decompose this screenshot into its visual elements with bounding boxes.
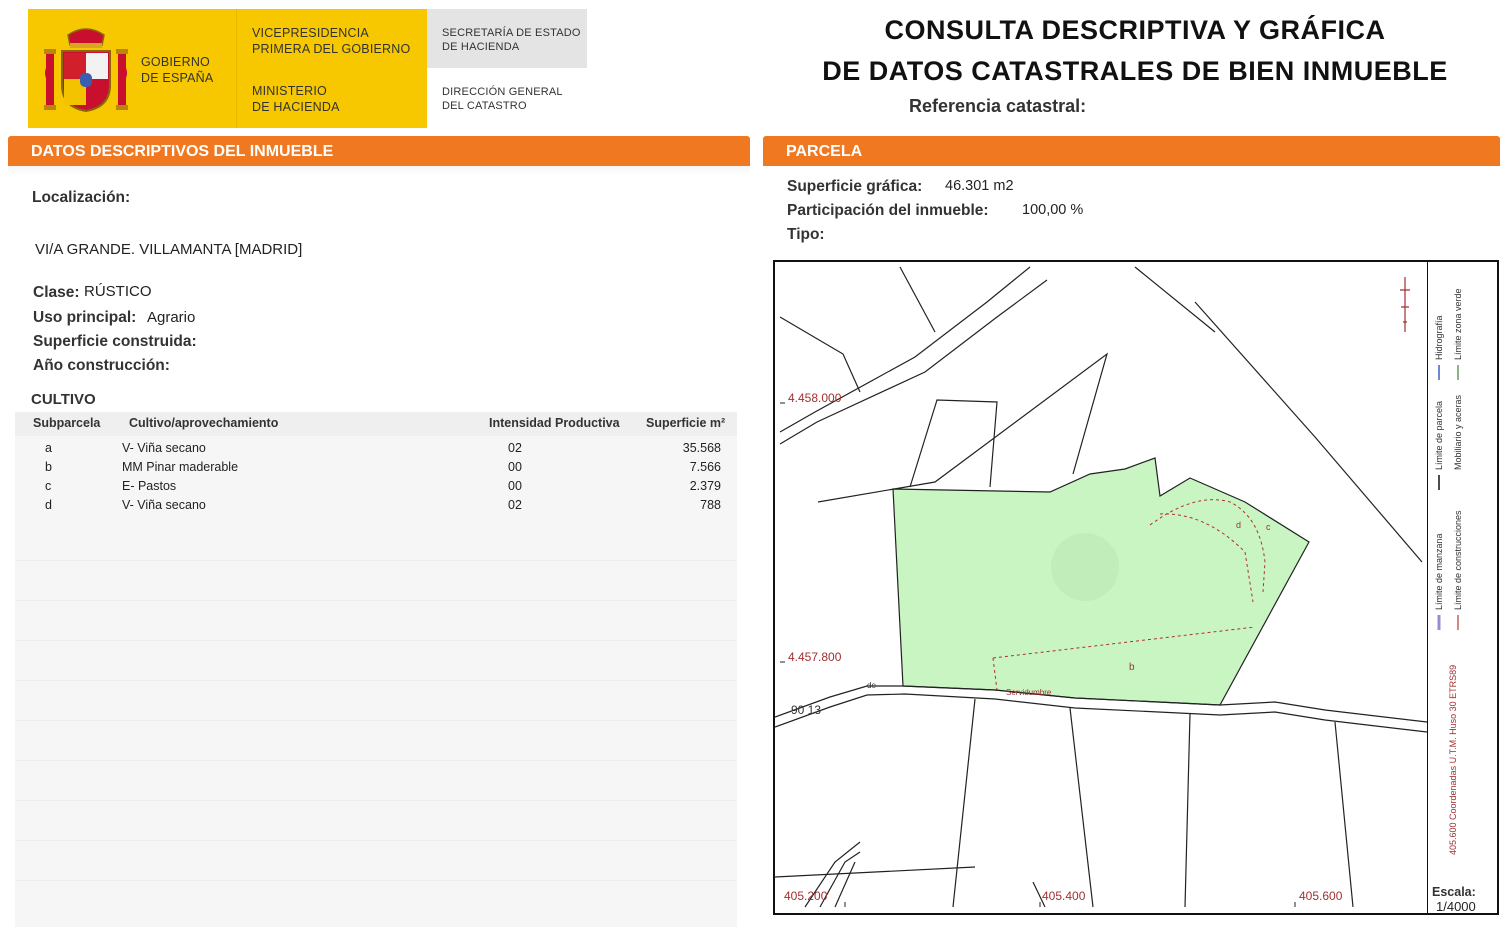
coord-x-405400: 405.400 xyxy=(1042,889,1086,903)
table-row-divider xyxy=(15,640,737,641)
participacion-value: 100,00 % xyxy=(1022,202,1084,218)
coord-y-4457800: 4.457.800 xyxy=(788,650,842,664)
legend-coords: 405.600 Coordenadas U.T.M. Huso 30 ETRS8… xyxy=(1448,665,1458,855)
cell-cultivo: V- Viña secano xyxy=(122,498,206,512)
road-label: 90 13 xyxy=(791,703,822,717)
escala-label: Escala: xyxy=(1432,885,1476,899)
cell-intensidad: 00 xyxy=(508,479,522,493)
coord-x-405200: 405.200 xyxy=(784,889,828,903)
table-row-divider xyxy=(15,560,737,561)
servidumbre-label: Servidumbre xyxy=(1006,688,1052,697)
legend-limite-parcela: Límite de parcela xyxy=(1434,401,1444,470)
th-cultivo: Cultivo/aprovechamiento xyxy=(129,416,279,430)
secretaria-text: SECRETARÍA DE ESTADO DE HACIENDA xyxy=(442,27,581,53)
th-intensidad: Intensidad Productiva xyxy=(489,416,620,430)
superficie-grafica-label: Superficie gráfica: xyxy=(787,178,923,195)
government-logo-block: GOBIERNO DE ESPAÑA VICEPRESIDENCIA PRIMERA… xyxy=(28,9,427,128)
north-arrow-icon xyxy=(1400,277,1410,332)
vicepresidencia-text: VICEPRESIDENCIA PRIMERA DEL GOBIERNO xyxy=(252,26,411,56)
participacion-label: Participación del inmueble: xyxy=(787,202,989,219)
th-subparcela: Subparcela xyxy=(33,416,101,430)
section-shadow xyxy=(8,166,750,176)
section-header-descriptivos: DATOS DESCRIPTIVOS DEL INMUEBLE xyxy=(8,136,750,166)
superficie-construida-label: Superficie construida: xyxy=(33,333,197,350)
coord-y-4458000: 4.458.000 xyxy=(788,391,842,405)
table-row-divider xyxy=(15,800,737,801)
clase-label: Clase: xyxy=(33,284,80,301)
superficie-grafica-value: 46.301 m2 xyxy=(945,178,1014,194)
ministerio-text: MINISTERIO DE HACIENDA xyxy=(252,84,340,114)
coord-x-405600: 405.600 xyxy=(1299,889,1343,903)
table-row-divider xyxy=(15,720,737,721)
referencia-catastral-label: Referencia catastral: xyxy=(909,96,1087,116)
legend-limite-construcciones: Límite de construcciones xyxy=(1453,510,1463,610)
cell-subparcela: b xyxy=(45,460,52,474)
table-row-divider xyxy=(15,680,737,681)
cell-subparcela: d xyxy=(45,498,52,512)
tipo-label: Tipo: xyxy=(787,226,825,243)
cell-superficie: 2.379 xyxy=(689,479,721,493)
legend-mobiliario: Mobiliario y aceras xyxy=(1453,394,1463,470)
cell-intensidad: 02 xyxy=(508,441,522,455)
parcel-watermark xyxy=(1051,533,1119,601)
table-row-divider xyxy=(15,760,737,761)
localizacion-label: Localización: xyxy=(32,189,131,206)
cell-superficie: 7.566 xyxy=(689,460,721,474)
localizacion-value: VI/A GRANDE. VILLAMANTA [MADRID] xyxy=(35,241,303,258)
cell-cultivo: V- Viña secano xyxy=(122,441,206,455)
table-row-divider xyxy=(15,880,737,881)
map-drawing xyxy=(775,266,1427,908)
legend-limite-manzana: Límite de manzana xyxy=(1434,533,1444,610)
table-row-divider xyxy=(15,600,737,601)
logo-divider xyxy=(236,9,237,128)
cell-intensidad: 00 xyxy=(508,460,522,474)
anio-construccion-label: Año construcción: xyxy=(33,357,170,374)
coat-of-arms-icon xyxy=(44,28,128,113)
direccion-text: DIRECCIÓN GENERAL DEL CATASTRO xyxy=(442,86,563,112)
cell-cultivo: MM Pinar maderable xyxy=(122,460,239,474)
uso-label: Uso principal: xyxy=(33,309,137,326)
legend-hidrografia: Hidrografía xyxy=(1434,315,1444,360)
sub-label-de: de xyxy=(867,681,876,690)
uso-value: Agrario xyxy=(147,309,196,326)
cell-subparcela: a xyxy=(45,441,52,455)
table-header-row xyxy=(15,412,737,436)
map-legend: Hidrografía Límite zona verde Límite de … xyxy=(1434,288,1463,855)
cell-superficie: 788 xyxy=(700,498,721,512)
map-legend-divider xyxy=(1427,262,1428,913)
cultivo-title: CULTIVO xyxy=(31,391,96,408)
document-title: CONSULTA DESCRIPTIVA Y GRÁFICA DE DATOS … xyxy=(822,15,1448,86)
th-superficie: Superficie m² xyxy=(646,416,726,430)
subparcela-d-label: d xyxy=(1236,520,1242,530)
cell-intensidad: 02 xyxy=(508,498,522,512)
escala-value: 1/4000 xyxy=(1436,899,1476,914)
subparcela-c-label: c xyxy=(1266,522,1271,532)
subparcela-b-label: b xyxy=(1129,662,1135,673)
cell-superficie: 35.568 xyxy=(682,441,721,455)
table-row-divider xyxy=(15,840,737,841)
gobierno-text: GOBIERNO DE ESPAÑA xyxy=(141,55,214,85)
legend-zona-verde: Límite zona verde xyxy=(1453,288,1463,360)
cell-cultivo: E- Pastos xyxy=(122,479,177,493)
section-header-parcela: PARCELA xyxy=(763,136,1500,166)
clase-value: RÚSTICO xyxy=(84,283,152,300)
cell-subparcela: c xyxy=(45,479,52,493)
